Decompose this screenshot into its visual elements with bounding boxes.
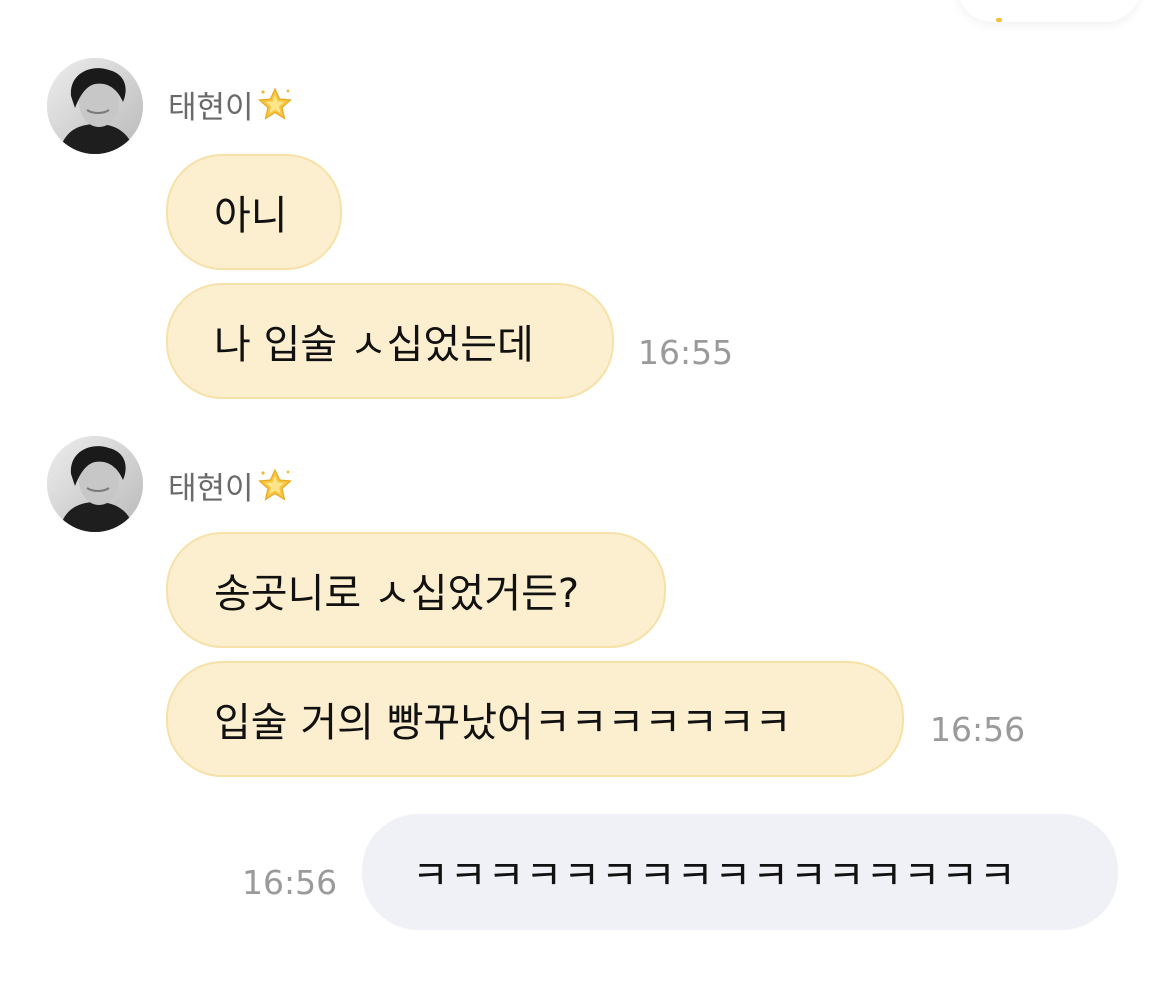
sparkle-star-icon [256,86,294,124]
sender-name-text: 태현이 [168,90,254,126]
chat-screen: 태현이 아니 나 입술 ㅅ십었는데 16:55 태현이 송곳니로 ㅅ십었거든? … [0,0,1170,1002]
message-text: 아니 [214,193,288,239]
avatar[interactable] [47,58,143,154]
message-time: 16:56 [930,710,1026,749]
message-bubble[interactable]: 송곳니로 ㅅ십었거든? [166,532,666,648]
sender-name-text: 태현이 [168,471,254,507]
sender-name: 태현이 [168,463,294,508]
message-bubble[interactable]: 나 입술 ㅅ십었는데 [166,283,614,399]
previous-message-bubble[interactable] [958,0,1140,22]
message-text: ㅋㅋㅋㅋㅋㅋㅋㅋㅋㅋㅋㅋㅋㅋㅋㅋ [412,853,1017,899]
profile-photo [47,58,143,154]
profile-photo [47,436,143,532]
message-text: 나 입술 ㅅ십었는데 [214,322,534,368]
message-text: 입술 거의 빵꾸났어ㅋㅋㅋㅋㅋㅋㅋ [214,700,792,746]
sender-name: 태현이 [168,82,294,127]
emoji-fragment [996,18,1002,22]
message-time: 16:56 [242,863,338,902]
my-message-bubble[interactable]: ㅋㅋㅋㅋㅋㅋㅋㅋㅋㅋㅋㅋㅋㅋㅋㅋ [362,814,1118,930]
message-bubble[interactable]: 입술 거의 빵꾸났어ㅋㅋㅋㅋㅋㅋㅋ [166,661,904,777]
message-bubble[interactable]: 아니 [166,154,342,270]
message-text: 송곳니로 ㅅ십었거든? [214,571,580,617]
message-time: 16:55 [638,333,734,372]
avatar[interactable] [47,436,143,532]
sparkle-star-icon [256,467,294,505]
